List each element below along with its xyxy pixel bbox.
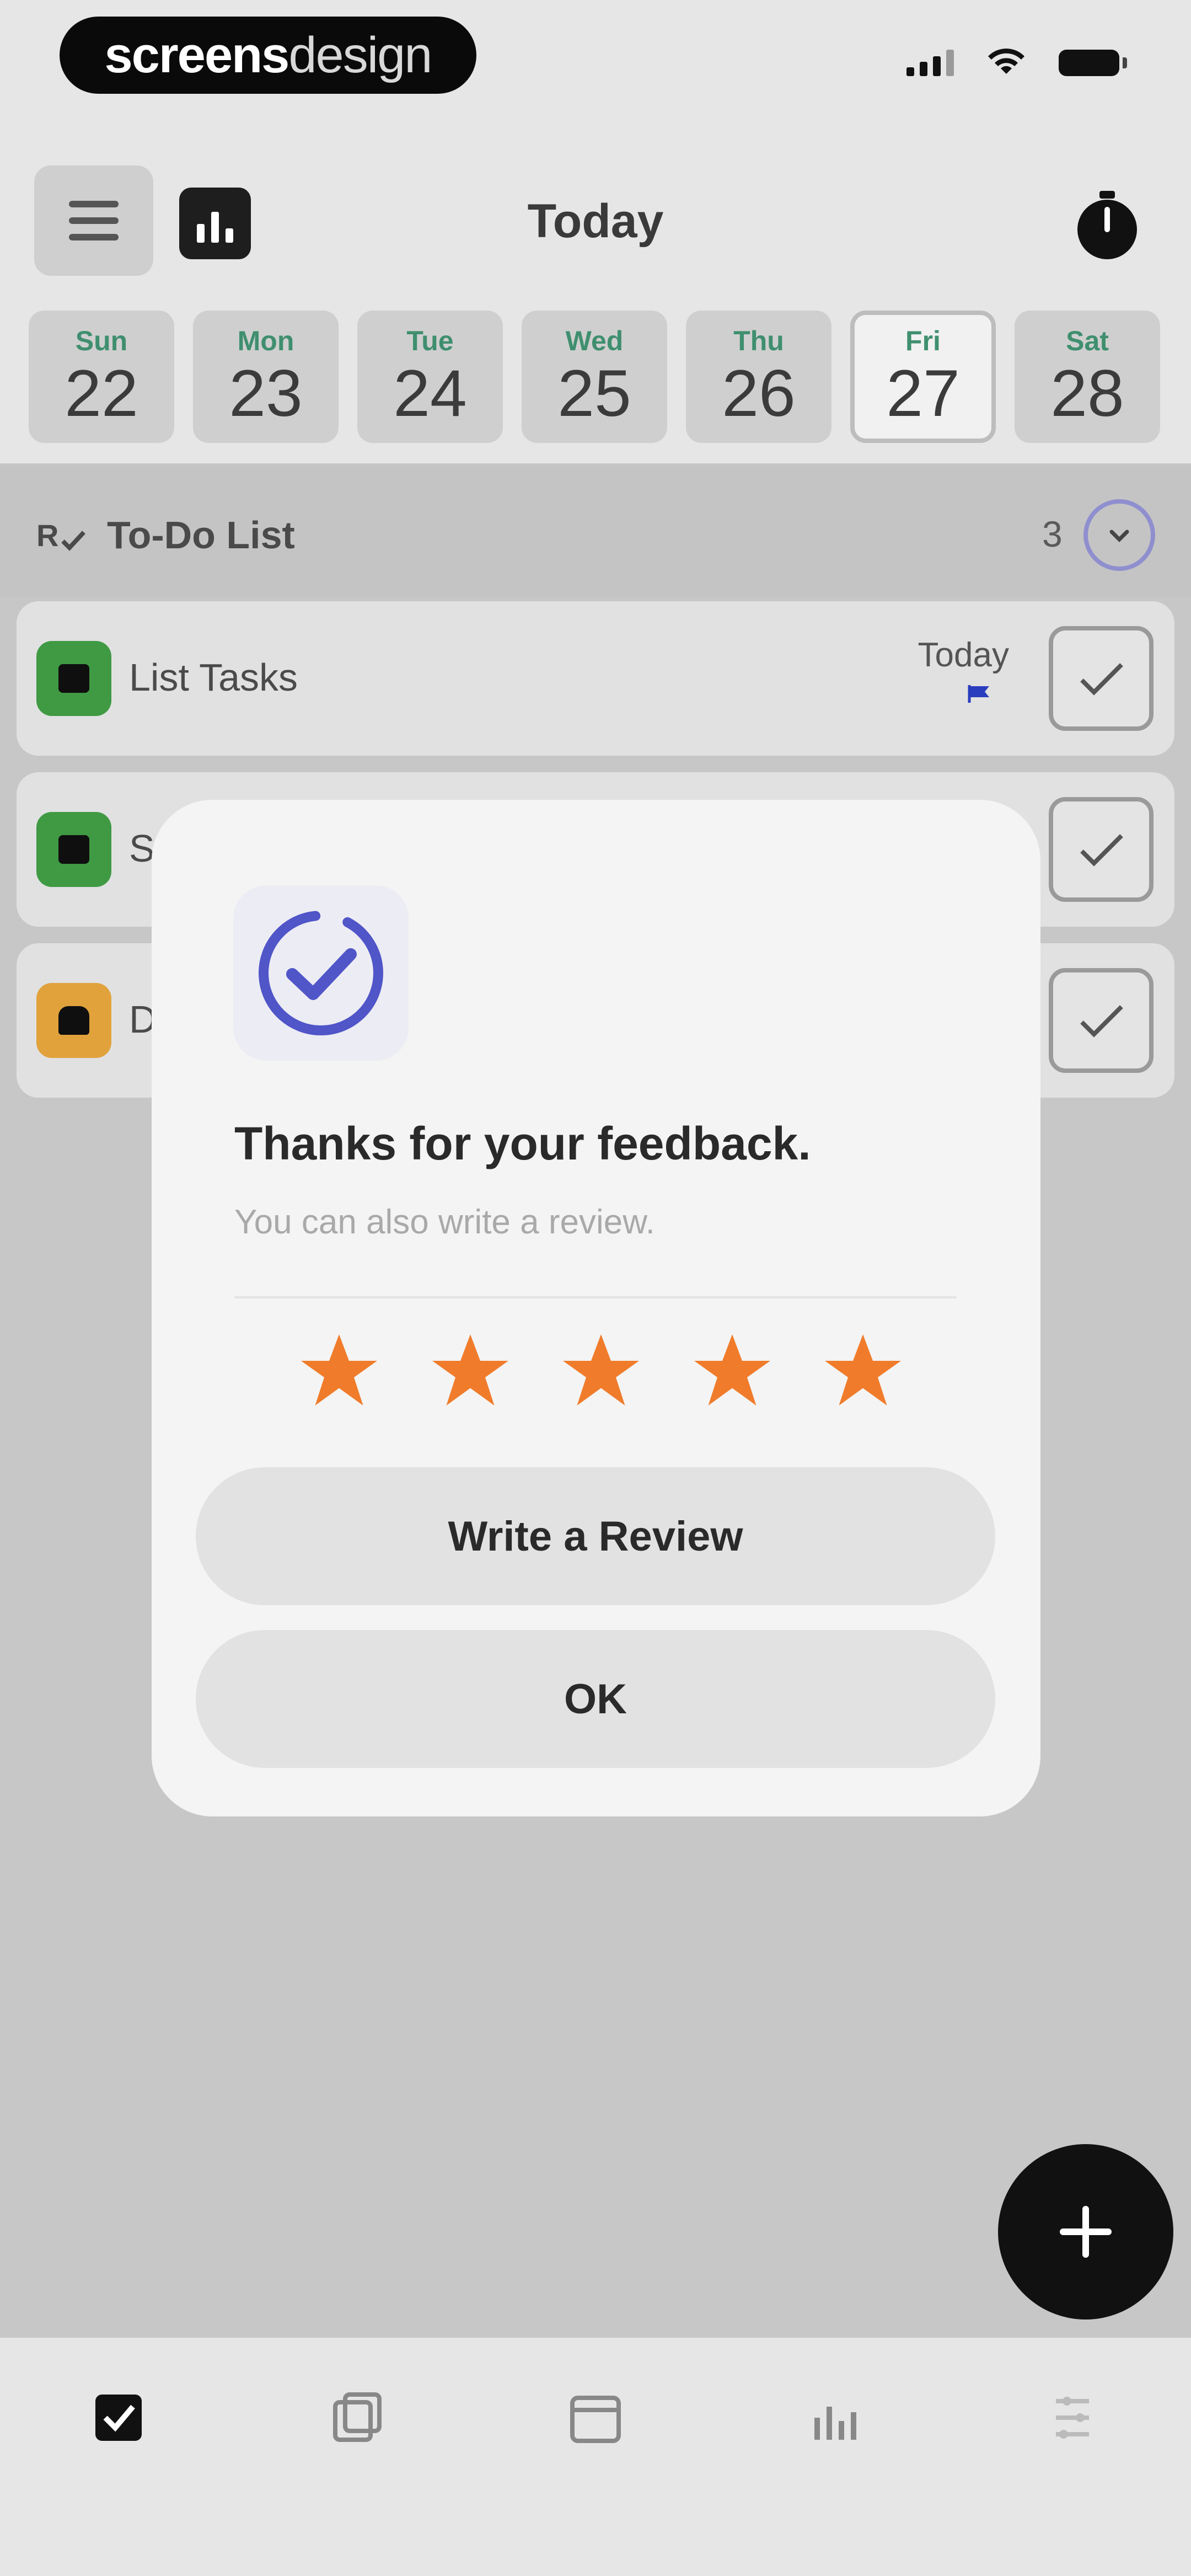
star-icon[interactable] <box>429 1329 512 1412</box>
add-task-button[interactable] <box>998 2144 1173 2320</box>
work-icon <box>36 812 111 887</box>
plus-icon <box>1060 2206 1112 2258</box>
star-icon[interactable] <box>298 1329 380 1412</box>
star-rating[interactable] <box>298 1329 904 1412</box>
battery-icon <box>1059 50 1127 76</box>
complete-task-button[interactable] <box>1049 797 1154 902</box>
task-label: S <box>129 827 155 870</box>
star-icon[interactable] <box>691 1329 774 1412</box>
notes-tab-icon <box>333 2392 382 2442</box>
tab-bar <box>0 2338 1191 2576</box>
star-icon[interactable] <box>822 1329 904 1412</box>
app-checkmark-icon <box>259 911 383 1035</box>
checkmark-icon <box>1080 663 1123 696</box>
day-tue[interactable]: Tue 24 <box>357 311 503 443</box>
page-title: Today <box>527 195 664 248</box>
checkmark-icon <box>1080 1005 1123 1038</box>
day-sun[interactable]: Sun 22 <box>29 311 174 443</box>
task-due: Today <box>918 636 1009 674</box>
week-day-selector: Sun 22 Mon 23 Tue 24 Wed 25 Thu 26 Fri 27 Sat 2… <box>29 311 1160 443</box>
home-icon <box>36 983 111 1058</box>
task-count: 3 <box>1042 514 1063 554</box>
checkmark-icon <box>1080 834 1123 867</box>
task-label: List Tasks <box>129 656 298 699</box>
task-row[interactable]: List Tasks Today <box>17 601 1174 756</box>
tasks-tab-icon <box>95 2395 142 2441</box>
tab-stats[interactable] <box>803 2387 864 2448</box>
tab-notes[interactable] <box>327 2387 388 2448</box>
chevron-down-icon <box>1109 530 1129 542</box>
write-review-button[interactable]: Write a Review <box>196 1467 995 1605</box>
wifi-icon <box>988 49 1024 74</box>
complete-task-button[interactable] <box>1049 626 1154 731</box>
dialog-title: Thanks for your feedback. <box>234 1118 811 1169</box>
status-icons <box>906 49 1127 76</box>
work-icon <box>36 641 111 716</box>
svg-text:R: R <box>36 518 58 553</box>
settings-tab-icon <box>1056 2397 1089 2439</box>
brand-light: design <box>288 26 432 83</box>
day-sat[interactable]: Sat 28 <box>1015 311 1160 443</box>
ok-button[interactable]: OK <box>196 1630 995 1768</box>
flag-icon <box>968 685 989 703</box>
stats-tab-icon <box>814 2407 856 2440</box>
day-fri-selected[interactable]: Fri 27 <box>850 311 996 443</box>
day-thu[interactable]: Thu 26 <box>686 311 831 443</box>
stopwatch-icon[interactable] <box>1075 191 1139 260</box>
calendar-tab-icon <box>570 2396 621 2443</box>
tab-settings[interactable] <box>1042 2387 1103 2448</box>
tab-tasks[interactable] <box>88 2387 149 2448</box>
collapse-toggle[interactable] <box>1083 499 1155 571</box>
day-mon[interactable]: Mon 23 <box>193 311 339 443</box>
star-icon[interactable] <box>560 1329 642 1412</box>
checklist-icon: R <box>36 518 85 553</box>
cellular-signal-icon <box>906 49 954 76</box>
divider <box>234 1296 957 1298</box>
tab-calendar[interactable] <box>565 2387 626 2448</box>
app-logo <box>233 885 409 1061</box>
dialog-subtitle: You can also write a review. <box>234 1203 655 1241</box>
day-wed[interactable]: Wed 25 <box>522 311 667 443</box>
brand-bold: screens <box>104 26 290 83</box>
complete-task-button[interactable] <box>1049 968 1154 1073</box>
section-title: To-Do List <box>107 514 295 557</box>
brand-watermark: screens design <box>60 17 476 94</box>
